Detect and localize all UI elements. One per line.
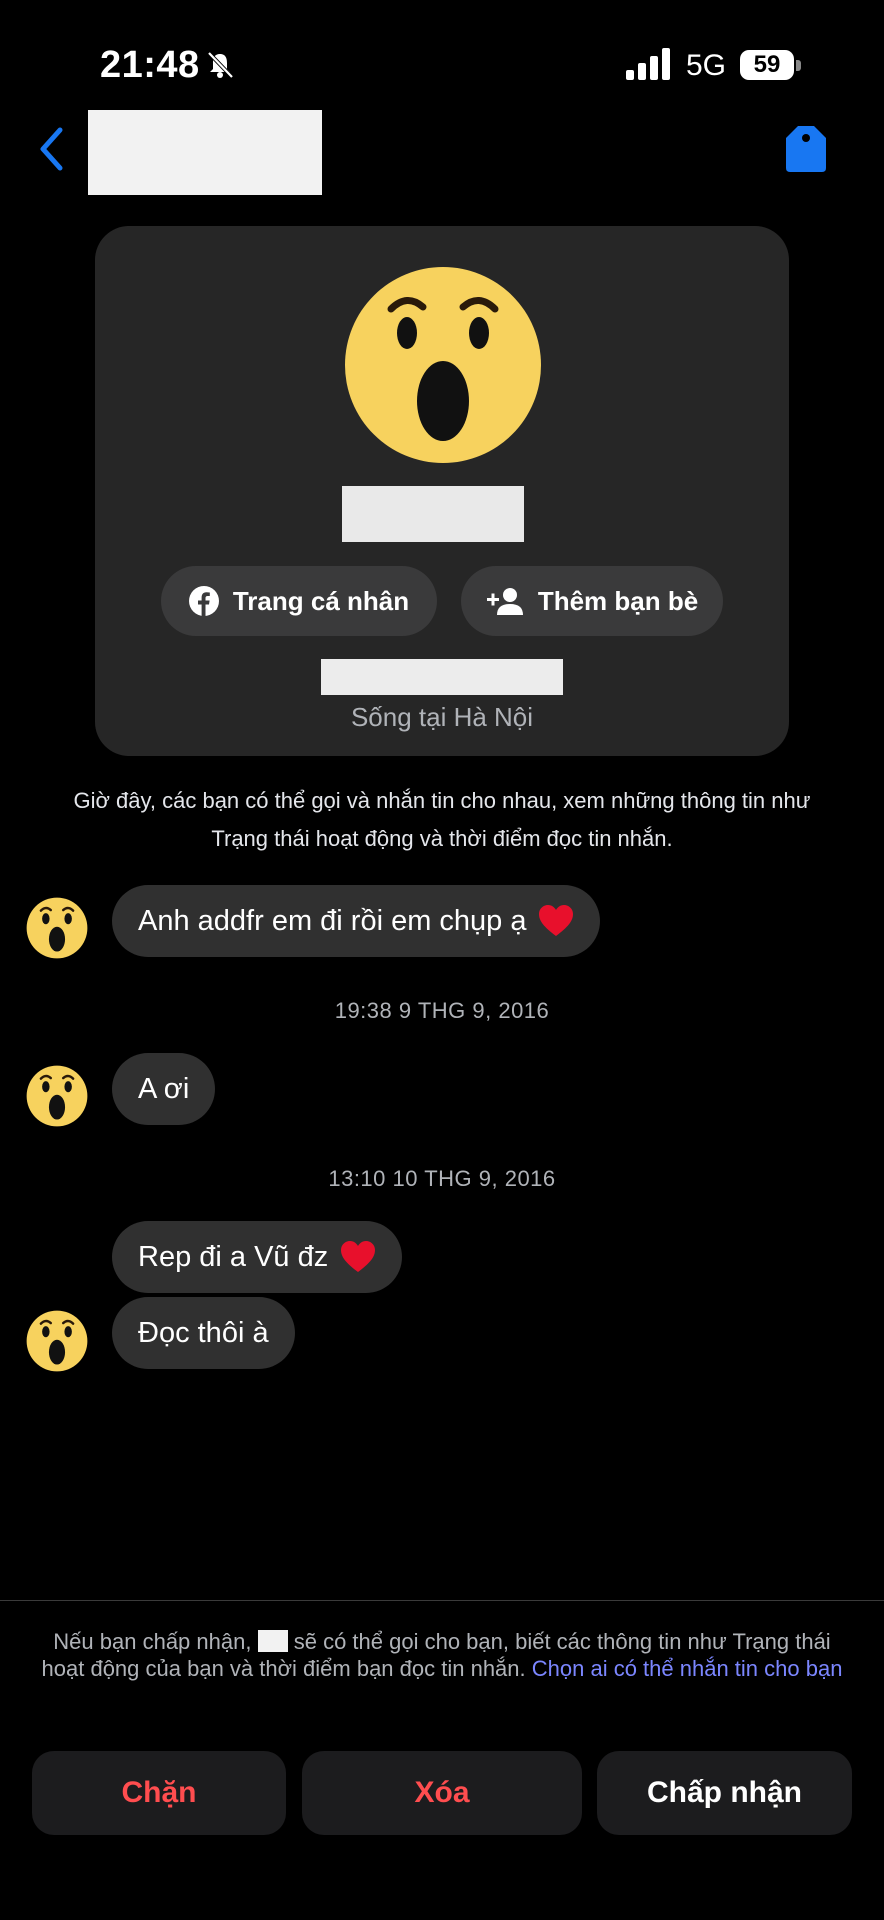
message-bubble[interactable]: A ơi xyxy=(112,1053,216,1125)
divider xyxy=(0,1600,884,1601)
wow-emoji-avatar xyxy=(345,267,541,463)
profile-name-redacted xyxy=(342,486,524,542)
message-bubble[interactable]: Rep đi a Vũ đz xyxy=(112,1221,403,1293)
block-button[interactable]: Chặn xyxy=(32,1751,286,1835)
cellular-signal-icon xyxy=(626,48,670,80)
message-bubble[interactable]: Đọc thôi à xyxy=(112,1297,295,1369)
add-friend-button[interactable]: Thêm bạn bè xyxy=(461,566,723,636)
delete-button[interactable]: Xóa xyxy=(302,1751,582,1835)
facebook-icon xyxy=(188,586,219,616)
battery-icon: 59 xyxy=(740,50,802,80)
privacy-settings-link[interactable]: Chọn ai có thể nhắn tin cho bạn xyxy=(532,1656,843,1681)
silent-bell-icon xyxy=(207,51,234,79)
message-bubble[interactable]: Anh addfr em đi rồi em chụp ạ xyxy=(112,885,601,957)
timestamp: 13:10 10 THG 9, 2016 xyxy=(328,1166,556,1191)
back-chevron-icon[interactable] xyxy=(36,126,68,172)
connection-info-text: Giờ đây, các bạn có thể gọi và nhắn tin … xyxy=(73,788,811,851)
heart-emoji-icon xyxy=(539,905,574,936)
battery-level: 59 xyxy=(753,51,781,78)
contact-name-redacted xyxy=(88,110,322,195)
heart-emoji-icon xyxy=(341,1241,376,1272)
timestamp: 19:38 9 THG 9, 2016 xyxy=(334,998,550,1023)
sender-avatar[interactable] xyxy=(26,1310,88,1372)
profile-detail-redacted xyxy=(321,659,563,695)
view-profile-label: Trang cá nhân xyxy=(232,585,410,616)
sender-avatar[interactable] xyxy=(26,897,88,959)
name-redacted xyxy=(257,1630,288,1652)
network-type: 5G xyxy=(686,49,727,82)
status-time: 21:48 xyxy=(100,44,200,86)
request-notice: Nếu bạn chấp nhận, sẽ có thể gọi cho bạn… xyxy=(41,1629,843,1681)
add-friend-icon xyxy=(486,588,523,615)
add-friend-label: Thêm bạn bè xyxy=(537,585,699,616)
accept-button[interactable]: Chấp nhận xyxy=(597,1751,852,1835)
location-text: Sống tại Hà Nội xyxy=(350,702,534,732)
sender-avatar[interactable] xyxy=(26,1065,88,1127)
view-profile-button[interactable]: Trang cá nhân xyxy=(161,566,437,636)
tag-icon[interactable] xyxy=(784,124,828,174)
